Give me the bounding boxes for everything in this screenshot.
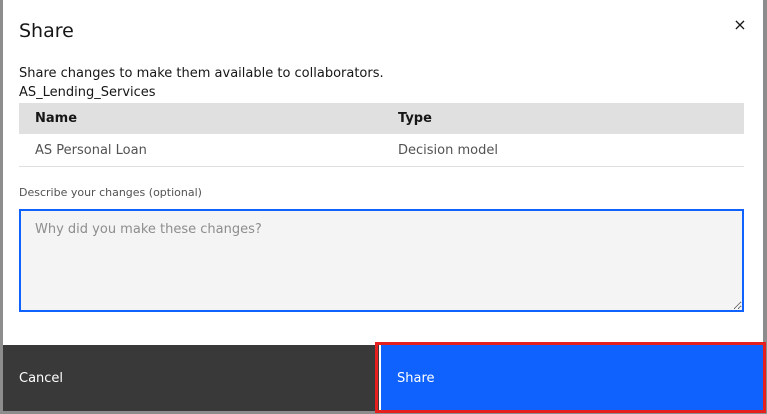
changes-table: Name Type AS Personal Loan Decision mode… bbox=[19, 103, 744, 167]
share-button[interactable]: Share bbox=[381, 345, 763, 411]
cell-type: Decision model bbox=[398, 142, 498, 158]
table-row: AS Personal Loan Decision model bbox=[19, 134, 744, 167]
cancel-button[interactable]: Cancel bbox=[3, 345, 379, 411]
comment-label: Describe your changes (optional) bbox=[19, 186, 202, 199]
table-header: Name Type bbox=[19, 103, 744, 134]
dialog-description: Share changes to make them available to … bbox=[19, 64, 384, 102]
comment-textarea[interactable] bbox=[19, 209, 744, 312]
dialog-title: Share bbox=[19, 20, 74, 42]
description-text: Share changes to make them available to … bbox=[19, 66, 384, 81]
column-header-name: Name bbox=[35, 111, 78, 126]
close-icon[interactable]: × bbox=[729, 14, 751, 36]
share-dialog: Share × Share changes to make them avail… bbox=[3, 0, 763, 411]
project-name: AS_Lending_Services bbox=[19, 85, 156, 100]
cell-name: AS Personal Loan bbox=[35, 142, 147, 158]
column-header-type: Type bbox=[398, 111, 432, 126]
